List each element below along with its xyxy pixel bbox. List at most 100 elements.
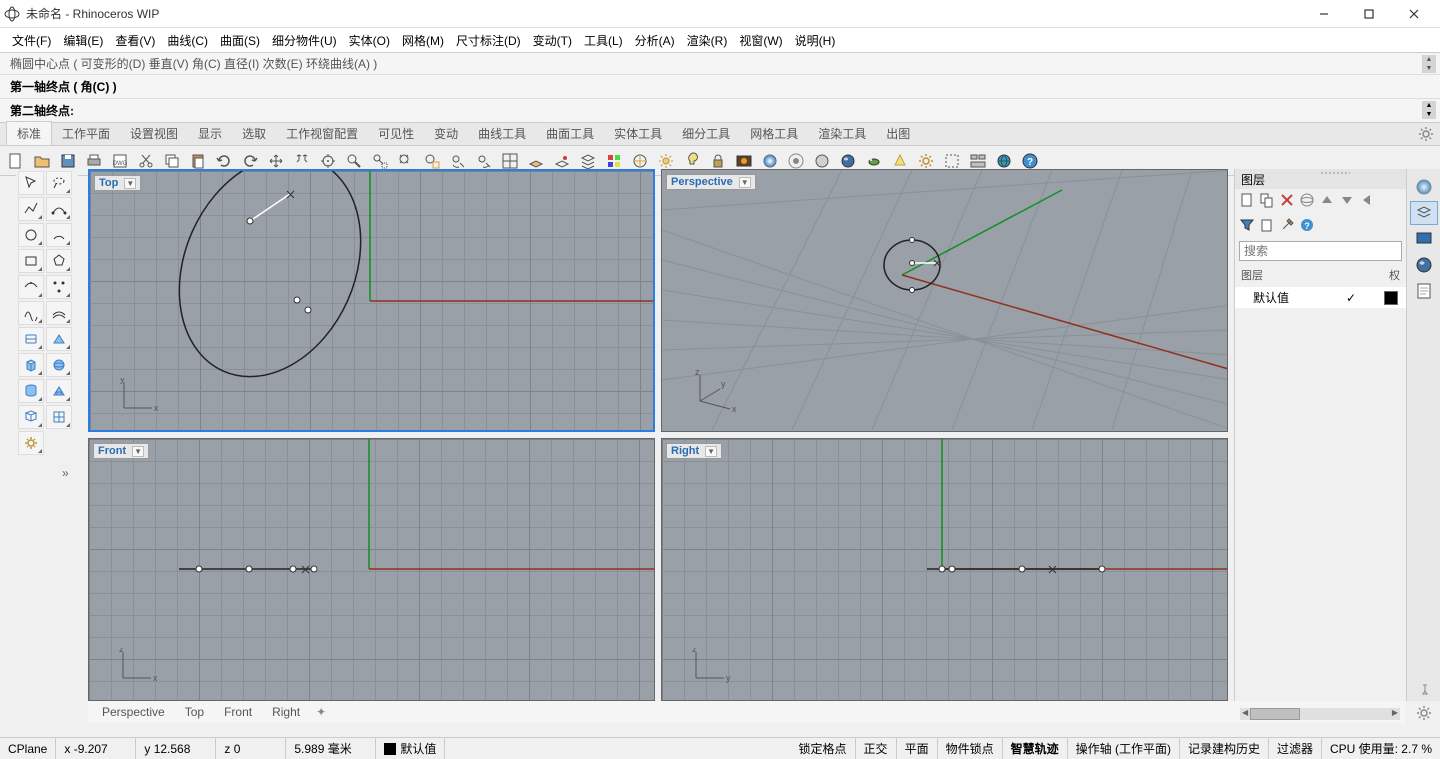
tab-subdtools[interactable]: 细分工具: [672, 122, 740, 145]
viewport-label-top[interactable]: Top▼: [94, 175, 141, 191]
maximize-button[interactable]: [1346, 0, 1391, 28]
tab-select[interactable]: 选取: [232, 122, 276, 145]
cylinder-icon[interactable]: [18, 379, 44, 403]
menu-mesh[interactable]: 网格(M): [396, 30, 450, 51]
status-smarttrack[interactable]: 智慧轨迹: [1003, 738, 1068, 759]
layer-search[interactable]: [1239, 241, 1402, 261]
tab-transform[interactable]: 变动: [424, 122, 468, 145]
tab-solidtools[interactable]: 实体工具: [604, 122, 672, 145]
pointson-icon[interactable]: [46, 275, 72, 299]
menu-panels[interactable]: 视窗(W): [733, 30, 788, 51]
status-filter[interactable]: 过滤器: [1269, 738, 1322, 759]
mesh-tools-icon[interactable]: [46, 405, 72, 429]
layer-current-check-icon[interactable]: ✓: [1346, 291, 1356, 305]
status-history[interactable]: 记录建构历史: [1180, 738, 1269, 759]
loft-icon[interactable]: [18, 327, 44, 351]
lasso-icon[interactable]: [46, 171, 72, 195]
layer-left-icon[interactable]: [1359, 192, 1375, 211]
close-button[interactable]: [1391, 0, 1436, 28]
menu-dimension[interactable]: 尺寸标注(D): [450, 30, 527, 51]
rectangle-icon[interactable]: [18, 249, 44, 273]
menu-solid[interactable]: 实体(O): [343, 30, 396, 51]
surface-from-points-icon[interactable]: [46, 327, 72, 351]
pointer-icon[interactable]: [18, 171, 44, 195]
menu-surface[interactable]: 曲面(S): [214, 30, 266, 51]
menu-help[interactable]: 说明(H): [789, 30, 842, 51]
tab-drafting[interactable]: 出图: [876, 122, 920, 145]
status-ortho[interactable]: 正交: [856, 738, 897, 759]
status-gumball[interactable]: 操作轴 (工作平面): [1068, 738, 1180, 759]
layer-row-default[interactable]: 默认值 ✓: [1235, 287, 1406, 308]
vtab-perspective[interactable]: Perspective: [92, 703, 175, 721]
layer-tool-icon[interactable]: [1279, 217, 1295, 236]
menu-analyze[interactable]: 分析(A): [629, 30, 681, 51]
status-planar[interactable]: 平面: [897, 738, 938, 759]
vtab-front[interactable]: Front: [214, 703, 262, 721]
solidpt-icon[interactable]: [46, 379, 72, 403]
layer-down-icon[interactable]: [1339, 192, 1355, 211]
menu-view[interactable]: 查看(V): [109, 30, 161, 51]
layer-edit-icon[interactable]: [1259, 217, 1275, 236]
toolbar-expand-icon[interactable]: »: [62, 466, 69, 480]
status-gridsnap[interactable]: 锁定格点: [791, 738, 856, 759]
polygon-icon[interactable]: [46, 249, 72, 273]
viewtabs-gear-icon[interactable]: [1416, 705, 1432, 721]
mesh-icon[interactable]: [18, 405, 44, 429]
viewport-label-front[interactable]: Front▼: [93, 443, 149, 459]
vtab-right[interactable]: Right: [262, 703, 310, 721]
viewport-right[interactable]: Right▼ yz: [661, 438, 1228, 701]
tab-cplanes[interactable]: 工作平面: [52, 122, 120, 145]
ellipse-icon[interactable]: [18, 275, 44, 299]
cmd-scroll[interactable]: ▲▼: [1422, 55, 1436, 73]
tab-standard[interactable]: 标准: [6, 121, 52, 145]
layer-filter-icon[interactable]: [1239, 217, 1255, 236]
tab-display[interactable]: 显示: [188, 122, 232, 145]
circle-icon[interactable]: [18, 223, 44, 247]
layer-delete-icon[interactable]: [1279, 192, 1295, 211]
layer-color-swatch[interactable]: [1384, 291, 1398, 305]
arc-icon[interactable]: [46, 223, 72, 247]
polyline-icon[interactable]: [18, 197, 44, 221]
layer-search-input[interactable]: [1239, 241, 1402, 261]
viewport-front[interactable]: Front▼ xz: [88, 438, 655, 701]
tab-meshtools[interactable]: 网格工具: [740, 122, 808, 145]
menu-curve[interactable]: 曲线(C): [161, 30, 214, 51]
control-point-curve-icon[interactable]: [46, 197, 72, 221]
layer-globe-icon[interactable]: [1299, 192, 1315, 211]
menu-subd[interactable]: 细分物件(U): [266, 30, 343, 51]
status-osnap[interactable]: 物件锁点: [938, 738, 1003, 759]
tab-visibility[interactable]: 可见性: [368, 122, 424, 145]
menu-transform[interactable]: 变动(T): [527, 30, 578, 51]
vtab-top[interactable]: Top: [175, 703, 214, 721]
status-layer[interactable]: 默认值: [376, 738, 445, 759]
menu-tools[interactable]: 工具(L): [578, 30, 629, 51]
layer-new-icon[interactable]: [1239, 192, 1255, 211]
viewport-perspective[interactable]: Perspective▼ xyz: [661, 169, 1228, 432]
offset-icon[interactable]: [46, 301, 72, 325]
status-cplane[interactable]: CPlane: [0, 738, 56, 759]
layer-help-icon[interactable]: ?: [1299, 217, 1315, 236]
minimize-button[interactable]: [1301, 0, 1346, 28]
sphere-icon[interactable]: [46, 353, 72, 377]
layer-up-icon[interactable]: [1319, 192, 1335, 211]
viewport-top[interactable]: Top▼ xy: [88, 169, 655, 432]
tab-rendertools[interactable]: 渲染工具: [808, 122, 876, 145]
sidetab-notes-icon[interactable]: [1410, 279, 1438, 303]
menu-edit[interactable]: 编辑(E): [57, 30, 109, 51]
viewport-label-perspective[interactable]: Perspective▼: [666, 174, 756, 190]
gear-settings-icon[interactable]: [18, 431, 44, 455]
command-prompt-2[interactable]: 第二轴终点: ▲▼: [0, 98, 1440, 122]
menu-file[interactable]: 文件(F): [6, 30, 57, 51]
sidetab-properties-icon[interactable]: [1410, 175, 1438, 199]
sidetab-layers-icon[interactable]: [1410, 201, 1438, 225]
horizontal-scrollbar[interactable]: ◀▶: [1240, 708, 1400, 720]
layer-new-sub-icon[interactable]: [1259, 192, 1275, 211]
pin-icon[interactable]: [1418, 683, 1432, 697]
tab-viewports[interactable]: 工作视窗配置: [276, 122, 368, 145]
tab-curvetools[interactable]: 曲线工具: [468, 122, 536, 145]
tab-setview[interactable]: 设置视图: [120, 122, 188, 145]
viewport-label-right[interactable]: Right▼: [666, 443, 722, 459]
sidetab-display-icon[interactable]: [1410, 227, 1438, 251]
command-prompt-1[interactable]: 第一轴终点 ( 角(C) ): [0, 74, 1440, 98]
tab-surfacetools[interactable]: 曲面工具: [536, 122, 604, 145]
